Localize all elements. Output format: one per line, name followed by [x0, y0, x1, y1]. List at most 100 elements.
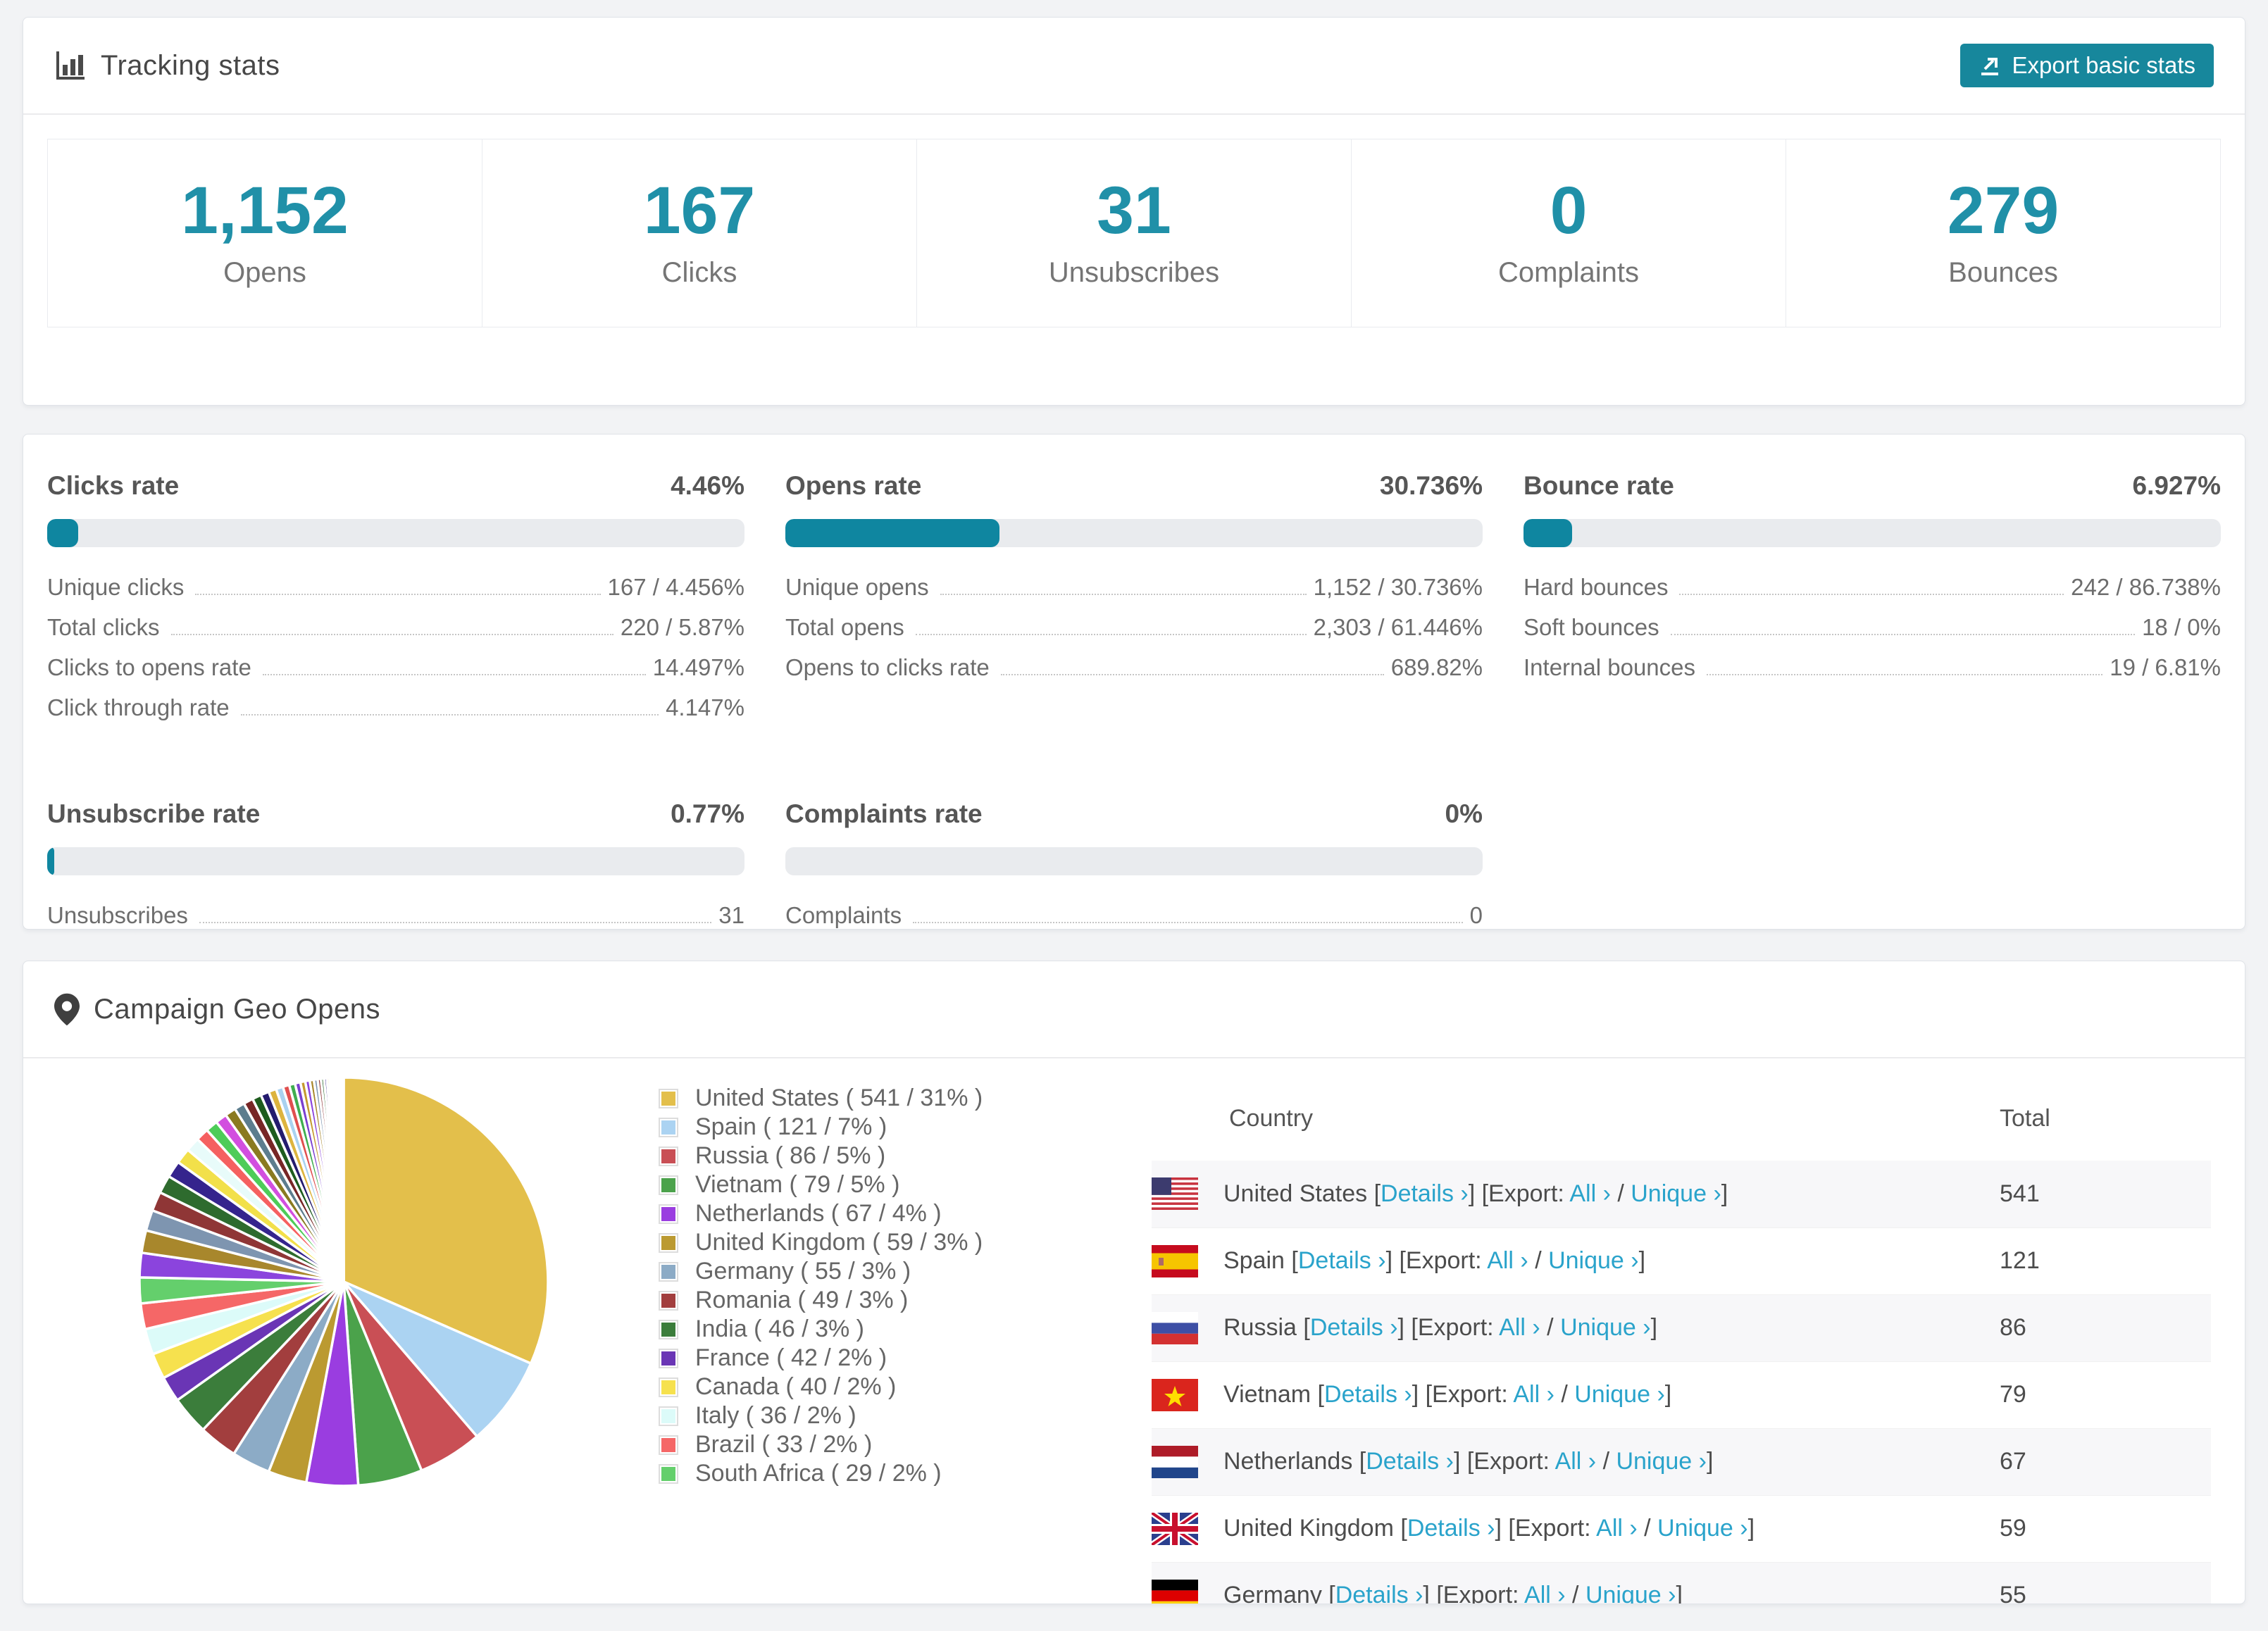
country-text: Netherlands [Details ›] [Export: All › /…	[1223, 1448, 1714, 1475]
export-all-link[interactable]: All ›	[1596, 1515, 1638, 1542]
stat-label: Complaints	[1497, 257, 1640, 288]
details-link[interactable]: Details ›	[1324, 1381, 1412, 1408]
pie-slice-other[interactable]	[342, 1076, 345, 1283]
dotted-leader	[1679, 594, 2064, 595]
export-unique-link[interactable]: Unique ›	[1560, 1314, 1651, 1341]
rate-item-label: Complaints	[785, 902, 902, 928]
legend-label: Netherlands ( 67 / 4% )	[695, 1200, 942, 1227]
legend-item: Brazil ( 33 / 2% )	[659, 1430, 1011, 1459]
rate-item-label: Opens to clicks rate	[785, 654, 990, 680]
rate-item-value: 31	[718, 902, 744, 928]
export-all-link[interactable]: All ›	[1513, 1381, 1554, 1408]
country-cell-inner: Russia [Details ›] [Export: All › / Uniq…	[1152, 1311, 2000, 1344]
stat-label: Clicks	[661, 257, 737, 288]
legend-item: Netherlands ( 67 / 4% )	[659, 1199, 1011, 1228]
details-link[interactable]: Details ›	[1407, 1515, 1495, 1542]
rate-item-value: 1,152 / 30.736%	[1313, 574, 1483, 600]
export-unique-link[interactable]: Unique ›	[1657, 1515, 1748, 1542]
stat-card: 279 Bounces	[1786, 139, 2221, 327]
dotted-leader	[195, 594, 601, 595]
legend-swatch	[659, 1175, 678, 1195]
details-link[interactable]: Details ›	[1310, 1314, 1398, 1341]
country-cell: Spain [Details ›] [Export: All › / Uniqu…	[1152, 1227, 2000, 1294]
flag-de-icon	[1152, 1579, 1198, 1604]
table-row: Netherlands [Details ›] [Export: All › /…	[1152, 1428, 2211, 1495]
rate-title: Opens rate	[785, 471, 922, 500]
export-unique-link[interactable]: Unique ›	[1616, 1448, 1707, 1475]
stat-value: 1,152	[181, 173, 349, 248]
export-unique-link[interactable]: Unique ›	[1585, 1582, 1676, 1604]
details-link[interactable]: Details ›	[1298, 1247, 1386, 1274]
export-all-link[interactable]: All ›	[1499, 1314, 1540, 1341]
dotted-leader	[170, 634, 613, 635]
legend-label: Italy ( 36 / 2% )	[695, 1402, 856, 1429]
rate-block: Complaints rate 0% Complaints 0	[785, 799, 1483, 929]
export-unique-link[interactable]: Unique ›	[1574, 1381, 1665, 1408]
progress-bar	[1524, 519, 2221, 547]
export-unique-link[interactable]: Unique ›	[1631, 1180, 1721, 1207]
geo-pie-block	[23, 1074, 552, 1493]
rate-item: Soft bounces 18 / 0%	[1524, 614, 2221, 654]
export-all-link[interactable]: All ›	[1555, 1448, 1597, 1475]
rate-item: Clicks to opens rate 14.497%	[47, 654, 744, 694]
tracking-stats-header: Tracking stats Export basic stats	[23, 18, 2245, 115]
dotted-leader	[940, 594, 1307, 595]
legend-swatch	[659, 1377, 678, 1397]
dotted-leader	[913, 922, 1463, 923]
country-cell-inner: United States [Details ›] [Export: All ›…	[1152, 1177, 2000, 1211]
country-cell-inner: United Kingdom [Details ›] [Export: All …	[1152, 1512, 2000, 1545]
legend-swatch	[659, 1088, 678, 1108]
legend-label: Romania ( 49 / 3% )	[695, 1287, 909, 1313]
legend-item: Italy ( 36 / 2% )	[659, 1401, 1011, 1430]
export-all-link[interactable]: All ›	[1487, 1247, 1528, 1274]
legend-swatch	[659, 1348, 678, 1368]
stat-card: 1,152 Opens	[47, 139, 482, 327]
details-link[interactable]: Details ›	[1335, 1582, 1423, 1604]
legend-label: South Africa ( 29 / 2% )	[695, 1460, 942, 1487]
rate-item-value: 689.82%	[1390, 654, 1483, 680]
export-unique-link[interactable]: Unique ›	[1548, 1247, 1639, 1274]
export-all-link[interactable]: All ›	[1569, 1180, 1611, 1207]
rate-item-label: Unsubscribes	[47, 902, 188, 928]
details-link[interactable]: Details ›	[1381, 1180, 1469, 1207]
geo-pie-chart[interactable]	[136, 1074, 552, 1489]
rate-item-label: Hard bounces	[1524, 574, 1669, 600]
legend-item: Canada ( 40 / 2% )	[659, 1373, 1011, 1401]
rate-title: Clicks rate	[47, 471, 180, 500]
dotted-leader	[1670, 634, 2136, 635]
geo-legend: United States ( 541 / 31% ) Spain ( 121 /…	[659, 1084, 1011, 1488]
details-link[interactable]: Details ›	[1366, 1448, 1454, 1475]
progress-bar	[47, 519, 744, 547]
table-row: Spain [Details ›] [Export: All › / Uniqu…	[1152, 1227, 2211, 1294]
rate-items: Unique clicks 167 / 4.456% Total clicks 220…	[47, 574, 744, 735]
stat-card: 0 Complaints	[1352, 139, 1786, 327]
legend-item: France ( 42 / 2% )	[659, 1344, 1011, 1373]
country-cell: Russia [Details ›] [Export: All › / Uniq…	[1152, 1294, 2000, 1361]
legend-swatch	[659, 1290, 678, 1311]
rate-item: Complaints 0	[785, 902, 1483, 929]
rate-item-label: Soft bounces	[1524, 614, 1659, 640]
flag-us-icon	[1152, 1177, 1198, 1211]
legend-swatch	[659, 1463, 678, 1484]
dotted-leader	[1707, 674, 2103, 675]
rate-value: 4.46%	[671, 471, 744, 500]
rate-value: 0.77%	[671, 799, 744, 828]
flag-vn-icon	[1152, 1378, 1198, 1411]
rate-item-value: 242 / 86.738%	[2071, 574, 2221, 600]
legend-swatch	[659, 1204, 678, 1224]
geo-content: United States ( 541 / 31% ) Spain ( 121 /…	[23, 1058, 2245, 1604]
legend-item: Germany ( 55 / 3% )	[659, 1257, 1011, 1286]
rate-item-label: Total clicks	[47, 614, 160, 640]
page-title: Tracking stats	[101, 49, 280, 81]
country-text: United States [Details ›] [Export: All ›…	[1223, 1180, 1728, 1207]
column-header-country: Country	[1229, 1105, 1314, 1132]
export-all-link[interactable]: All ›	[1524, 1582, 1566, 1604]
progress-bar	[785, 519, 1483, 547]
rate-item-label: Click through rate	[47, 694, 230, 720]
rate-block-header: Clicks rate 4.46%	[47, 471, 744, 501]
export-basic-stats-button[interactable]: Export basic stats	[1959, 44, 2214, 87]
legend-label: United Kingdom ( 59 / 3% )	[695, 1229, 983, 1256]
rates-grid: Clicks rate 4.46% Unique clicks 167 / 4.456…	[47, 471, 2221, 929]
rate-item-label: Unique opens	[785, 574, 929, 600]
flag-gb-icon	[1152, 1512, 1198, 1545]
